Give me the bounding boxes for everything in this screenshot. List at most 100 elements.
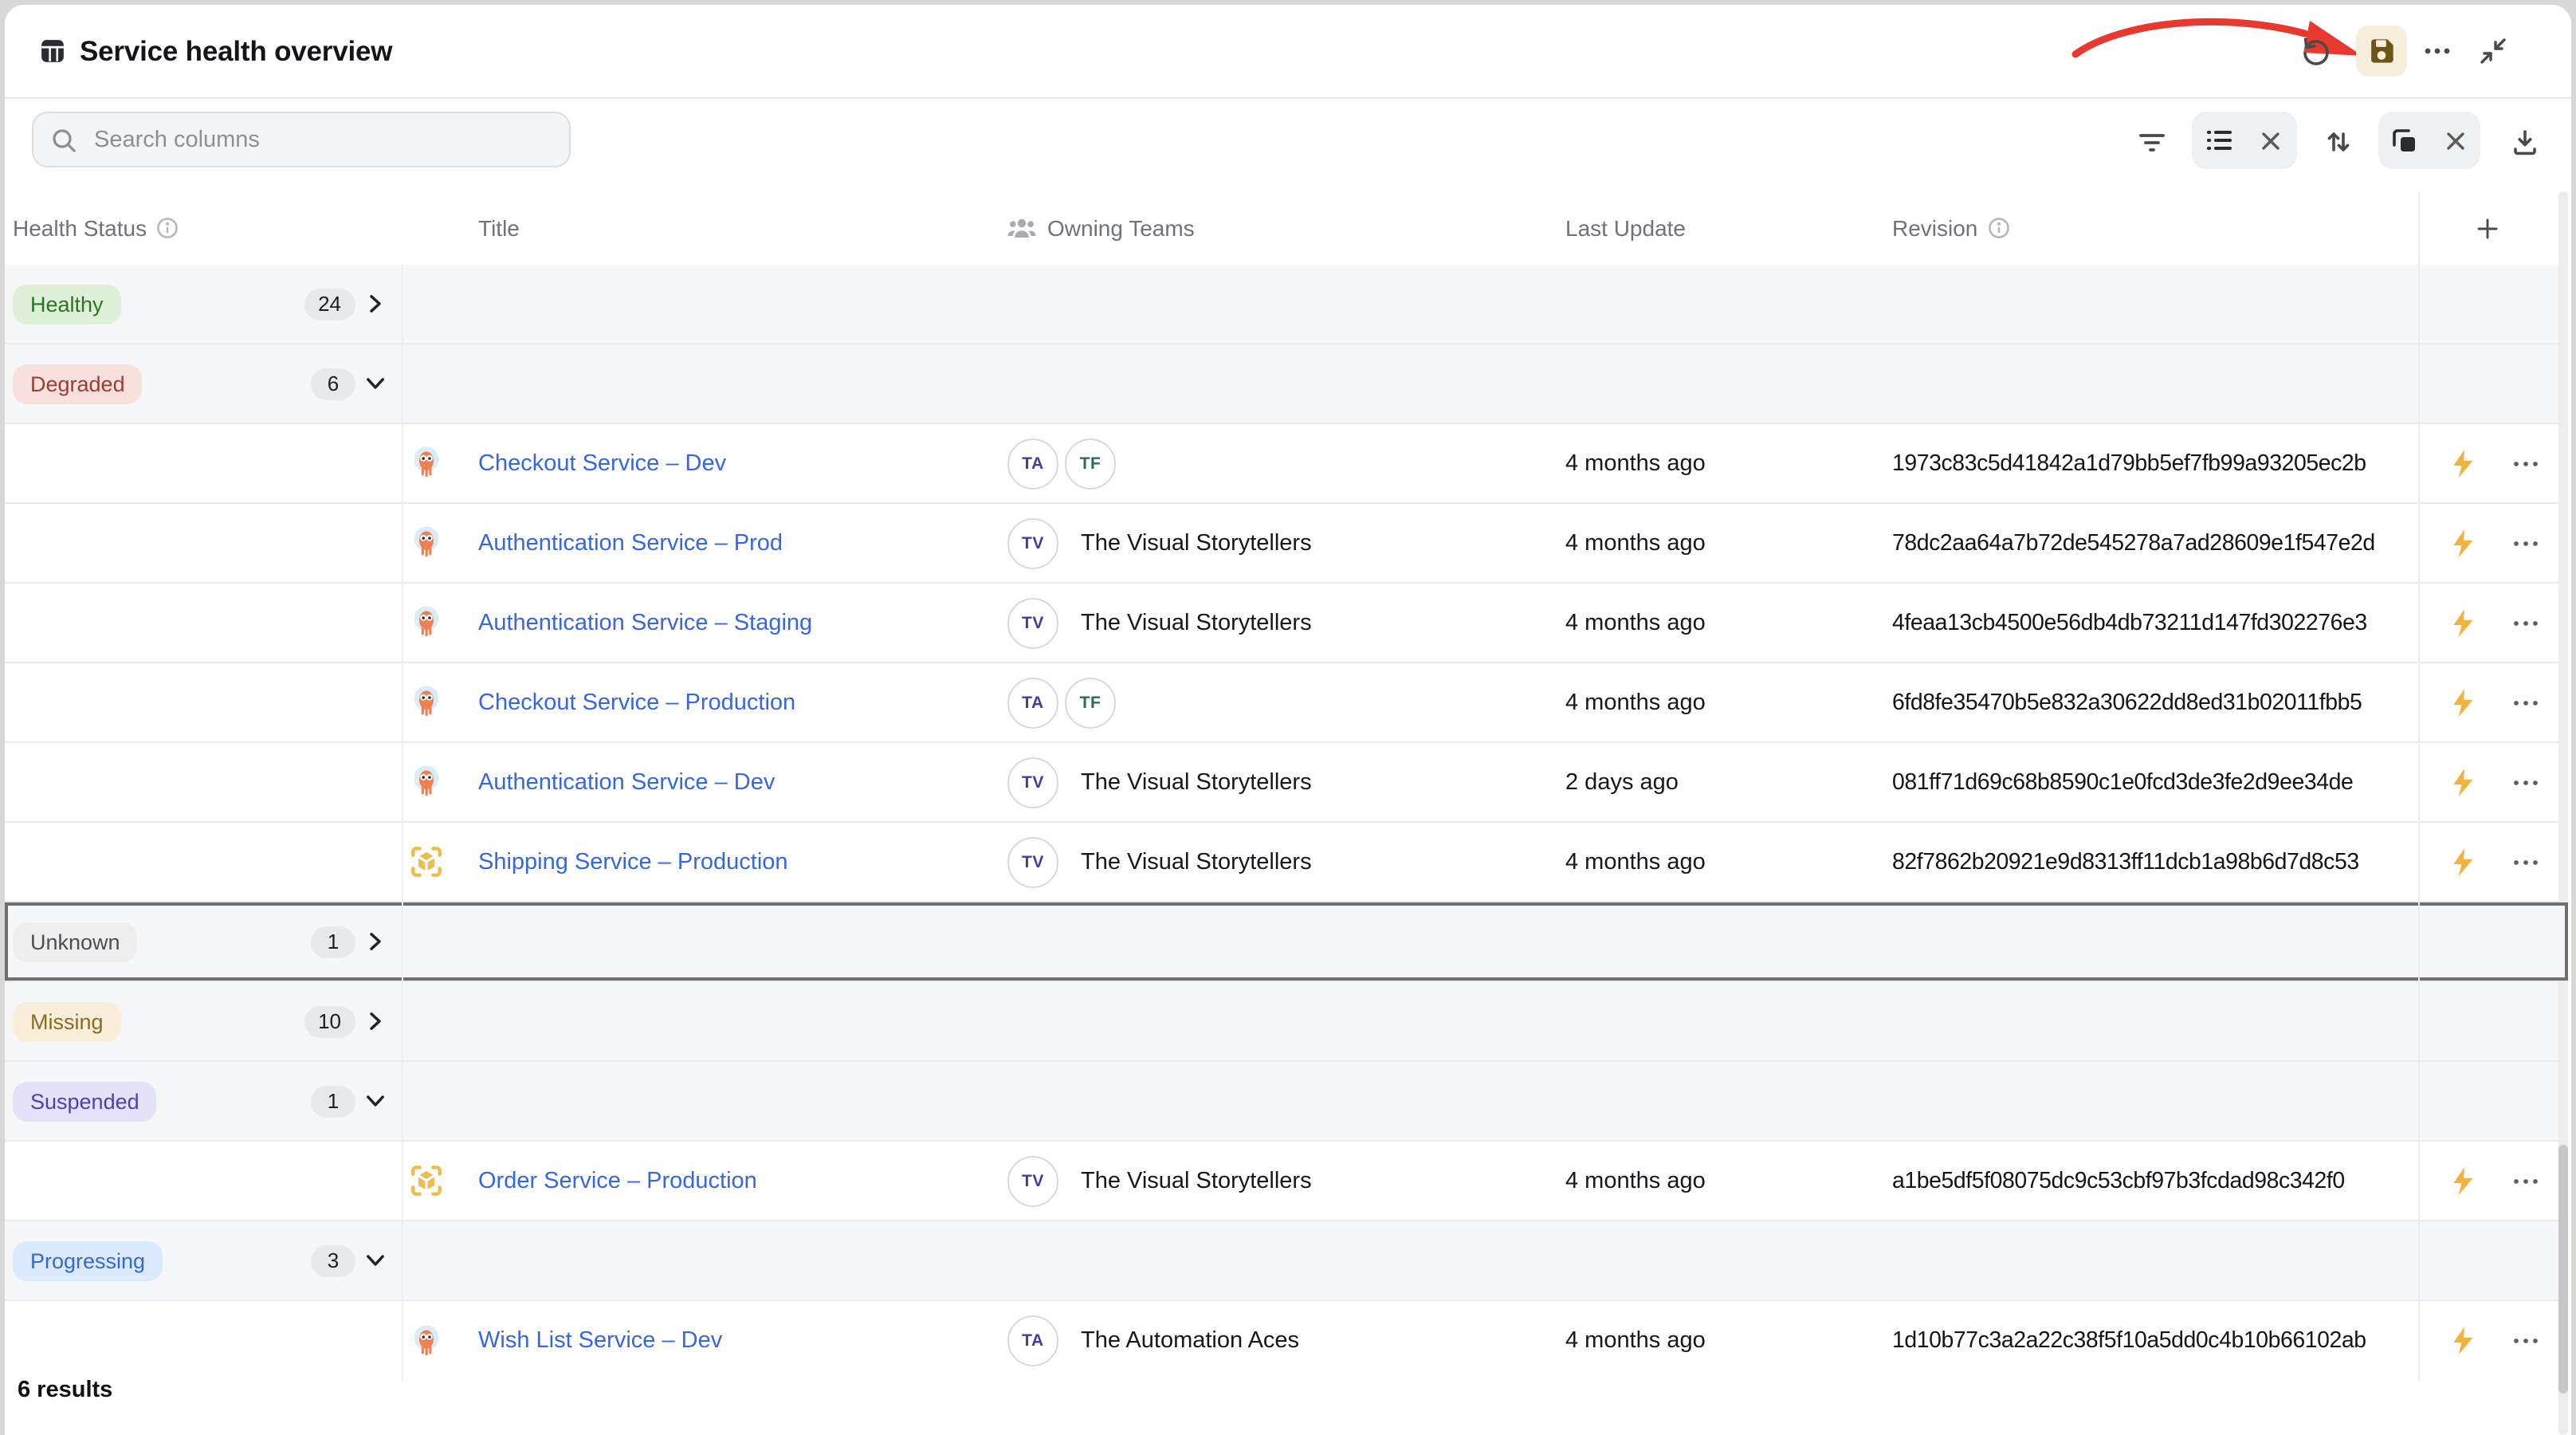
group-row[interactable]: Degraded 6: [5, 344, 2568, 424]
lightning-icon[interactable]: [2448, 448, 2477, 478]
clear-group-by-icon[interactable]: [2440, 124, 2472, 156]
column-header-last-update[interactable]: Last Update: [1565, 191, 1686, 265]
squid-in-bubble-icon: [407, 525, 444, 561]
group-count: 6: [311, 368, 355, 399]
last-update: 4 months ago: [1565, 530, 1706, 556]
chevron-icon[interactable]: [360, 1246, 389, 1275]
filter-icon[interactable]: [2133, 123, 2171, 161]
save-button[interactable]: [2356, 26, 2407, 77]
table-row: Order Service – Production TVThe Visual …: [5, 1142, 2568, 1221]
lightning-icon[interactable]: [2448, 767, 2477, 797]
info-icon[interactable]: [156, 217, 179, 239]
actions-column-divider: [2418, 584, 2420, 662]
service-link[interactable]: Authentication Service – Prod: [478, 530, 783, 556]
team-avatars: TVThe Visual Storytellers: [1007, 743, 1312, 821]
squid-in-bubble-icon: [407, 445, 444, 482]
lightning-icon[interactable]: [2448, 607, 2477, 638]
group-row[interactable]: Progressing 3: [5, 1221, 2568, 1301]
chevron-icon[interactable]: [360, 927, 389, 956]
row-menu-button[interactable]: [2507, 529, 2543, 557]
scrollbar-thumb[interactable]: [2558, 1145, 2568, 1394]
table-row: Checkout Service – Dev TATF 4 months ago…: [5, 424, 2568, 504]
group-row[interactable]: Suspended 1: [5, 1062, 2568, 1142]
service-link[interactable]: Authentication Service – Staging: [478, 610, 812, 635]
clear-view-icon[interactable]: [2255, 124, 2287, 156]
chevron-icon[interactable]: [360, 1007, 389, 1036]
team-avatar: TV: [1007, 597, 1058, 648]
column-divider: [402, 663, 403, 741]
team-names: The Visual Storytellers: [1081, 1168, 1312, 1193]
app-window: Service health overview: [0, 0, 2576, 1435]
column-divider: [402, 902, 403, 981]
service-link[interactable]: Wish List Service – Dev: [478, 1328, 722, 1354]
service-link[interactable]: Shipping Service – Production: [478, 849, 788, 875]
lightning-icon[interactable]: [2448, 687, 2477, 718]
row-menu-button[interactable]: [2507, 847, 2543, 876]
row-menu-button[interactable]: [2507, 768, 2543, 796]
team-avatar: TV: [1007, 836, 1058, 887]
column-header-title[interactable]: Title: [478, 191, 520, 265]
team-avatars: TATF: [1007, 424, 1116, 502]
service-link[interactable]: Checkout Service – Dev: [478, 450, 726, 476]
group-row[interactable]: Unknown 1: [5, 902, 2568, 982]
actions-column-divider: [2418, 191, 2420, 265]
chevron-icon[interactable]: [360, 289, 389, 318]
download-icon[interactable]: [2506, 123, 2544, 161]
chevron-icon[interactable]: [360, 1087, 389, 1115]
column-header-health-status[interactable]: Health Status: [13, 191, 179, 265]
results-count: 6 results: [18, 1378, 112, 1403]
actions-column-divider: [2418, 823, 2420, 901]
row-menu-button[interactable]: [2507, 449, 2543, 478]
team-names: The Visual Storytellers: [1081, 610, 1312, 635]
row-menu-button[interactable]: [2507, 688, 2543, 717]
cube-scan-icon: [407, 1162, 444, 1199]
row-menu-button[interactable]: [2507, 1327, 2543, 1355]
team-names: The Visual Storytellers: [1081, 849, 1312, 875]
lightning-icon[interactable]: [2448, 528, 2477, 558]
team-names: The Automation Aces: [1081, 1328, 1299, 1354]
table-header-row: Health Status Title Owning Teams Last Up…: [5, 191, 2568, 266]
column-header-owning-teams[interactable]: Owning Teams: [1006, 191, 1195, 265]
row-menu-button[interactable]: [2507, 608, 2543, 637]
row-menu-button[interactable]: [2507, 1166, 2543, 1195]
title-bar: Service health overview: [5, 5, 2571, 97]
search-input[interactable]: [91, 125, 553, 154]
info-icon[interactable]: [1987, 217, 2009, 239]
status-badge: Missing: [13, 1001, 121, 1041]
sort-icon[interactable]: [2319, 123, 2358, 161]
table-widget-icon: [40, 38, 65, 64]
service-link[interactable]: Checkout Service – Production: [478, 690, 795, 715]
more-options-button[interactable]: [2415, 29, 2460, 73]
group-row[interactable]: Missing 10: [5, 982, 2568, 1062]
squid-in-bubble-icon: [407, 764, 444, 800]
toolbar: [5, 99, 2571, 191]
group-by-pill: [2378, 112, 2480, 169]
team-avatar: TA: [1007, 438, 1058, 489]
team-avatars: TAThe Automation Aces: [1007, 1301, 1299, 1381]
collapse-widget-button[interactable]: [2471, 29, 2515, 73]
revision-hash: 081ff71d69c68b8590c1e0fcd3de3fe2d9ee34de: [1892, 769, 2353, 795]
last-update: 4 months ago: [1565, 1168, 1706, 1193]
page-title: Service health overview: [80, 34, 392, 68]
team-avatar: TF: [1065, 438, 1116, 489]
column-header-revision[interactable]: Revision: [1892, 191, 2009, 265]
column-divider: [402, 265, 403, 343]
team-avatar: TF: [1065, 677, 1116, 728]
column-divider: [402, 504, 403, 582]
revision-hash: 78dc2aa64a7b72de545278a7ad28609e1f547e2d: [1892, 530, 2375, 556]
lightning-icon[interactable]: [2448, 847, 2477, 877]
lightning-icon[interactable]: [2448, 1326, 2477, 1356]
list-view-icon[interactable]: [2202, 124, 2234, 156]
actions-column-divider: [2418, 504, 2420, 582]
squid-in-bubble-icon: [407, 684, 444, 721]
add-column-button[interactable]: [2464, 206, 2509, 250]
service-link[interactable]: Authentication Service – Dev: [478, 769, 775, 795]
chevron-icon[interactable]: [360, 369, 389, 398]
search-input-wrap[interactable]: [32, 112, 571, 167]
status-badge: Degraded: [13, 364, 143, 403]
group-by-icon[interactable]: [2387, 124, 2419, 156]
group-row[interactable]: Healthy 24: [5, 265, 2568, 344]
lightning-icon[interactable]: [2448, 1166, 2477, 1196]
service-link[interactable]: Order Service – Production: [478, 1168, 757, 1193]
undo-button[interactable]: [2294, 29, 2338, 73]
